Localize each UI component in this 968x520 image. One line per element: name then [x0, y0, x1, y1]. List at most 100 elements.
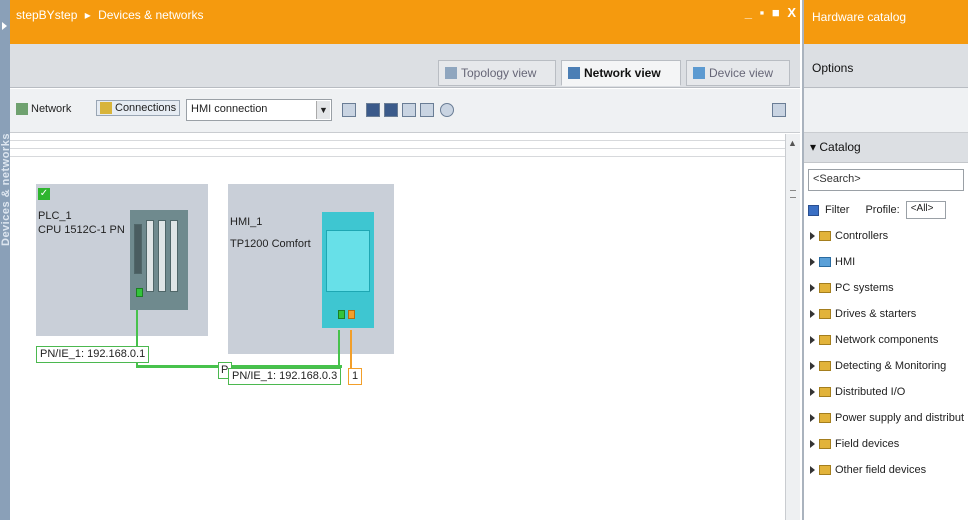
- hardware-catalog-panel: Hardware catalog Options ▾ Catalog <Sear…: [802, 0, 968, 520]
- network-label: Network: [31, 103, 72, 115]
- profile-select[interactable]: <All>: [905, 201, 946, 219]
- expand-icon[interactable]: [810, 284, 815, 292]
- overview-icon[interactable]: [384, 103, 398, 117]
- plc-module-icon: [130, 210, 188, 310]
- folder-icon: [819, 257, 831, 267]
- scroll-grip-icon[interactable]: [790, 190, 796, 198]
- breadcrumb-project[interactable]: stepBYstep: [16, 8, 77, 22]
- scroll-up-icon[interactable]: ▲: [788, 138, 797, 148]
- catalog-section-header[interactable]: ▾ Catalog: [804, 133, 968, 163]
- table-icon[interactable]: [402, 103, 416, 117]
- catalog-item-label: HMI: [835, 256, 856, 268]
- toggle-view-icon[interactable]: [366, 103, 380, 117]
- hmi-port-label[interactable]: 1: [348, 368, 363, 385]
- tab-label: Topology view: [461, 66, 537, 80]
- editor-titlebar: stepBYstep ▸ Devices & networks _ ▪ ■ X: [10, 0, 800, 44]
- catalog-item-label: Network components: [835, 334, 939, 346]
- serial-port-icon[interactable]: [348, 310, 355, 319]
- expand-icon[interactable]: [810, 466, 815, 474]
- catalog-item[interactable]: Network components: [810, 327, 968, 353]
- catalog-item-label: Power supply and distribut: [835, 412, 965, 424]
- filter-checkbox[interactable]: [808, 204, 819, 216]
- catalog-item[interactable]: HMI: [810, 249, 968, 275]
- expand-icon[interactable]: [810, 310, 815, 318]
- breadcrumb-separator: ▸: [84, 8, 91, 22]
- hmi-address-label[interactable]: PN/IE_1: 192.168.0.3: [228, 368, 342, 385]
- filter-row: Filter Profile: <All>: [804, 197, 968, 223]
- catalog-item[interactable]: Field devices: [810, 431, 968, 457]
- expand-icon[interactable]: [810, 440, 815, 448]
- catalog-item[interactable]: Drives & starters: [810, 301, 968, 327]
- check-icon: ✓: [38, 188, 50, 200]
- vertical-scrollbar[interactable]: ▲: [785, 134, 800, 520]
- folder-icon: [819, 361, 831, 371]
- tab-network-view[interactable]: Network view: [561, 60, 681, 86]
- window-controls[interactable]: _ ▪ ■ X: [745, 5, 798, 20]
- catalog-item-label: Detecting & Monitoring: [835, 360, 947, 372]
- catalog-item[interactable]: Detecting & Monitoring: [810, 353, 968, 379]
- folder-icon: [819, 335, 831, 345]
- profile-label: Profile:: [865, 204, 900, 216]
- hmi-panel-icon: [322, 212, 374, 328]
- options-section[interactable]: Options: [804, 44, 968, 88]
- network-editor: stepBYstep ▸ Devices & networks _ ▪ ■ X …: [10, 0, 800, 520]
- options-body: [804, 88, 968, 133]
- expand-icon[interactable]: [810, 388, 815, 396]
- folder-icon: [819, 413, 831, 423]
- grid-line: [10, 156, 785, 157]
- expand-icon[interactable]: [810, 414, 815, 422]
- expand-icon[interactable]: [810, 336, 815, 344]
- catalog-item-label: Drives & starters: [835, 308, 917, 320]
- tab-topology-view[interactable]: Topology view: [438, 60, 556, 86]
- plc-slot: [134, 224, 142, 274]
- tab-label: Device view: [709, 66, 774, 80]
- plc-address-label[interactable]: PN/IE_1: 192.168.0.1: [36, 346, 150, 363]
- network-button[interactable]: Network: [16, 103, 71, 115]
- catalog-item-label: Other field devices: [835, 464, 927, 476]
- plc-slot: [146, 220, 154, 292]
- connections-icon: [100, 102, 112, 114]
- connections-button[interactable]: Connections: [96, 100, 181, 116]
- ethernet-port-icon[interactable]: [136, 288, 143, 297]
- plc-device[interactable]: ✓ PLC_1 CPU 1512C-1 PN: [36, 184, 208, 336]
- folder-icon: [819, 439, 831, 449]
- grid-line: [10, 140, 785, 141]
- grid-line: [10, 148, 785, 149]
- catalog-tree: Controllers HMI PC systems Drives & star…: [804, 223, 968, 483]
- network-toolbar: Network Connections HMI connection ▼: [10, 89, 800, 133]
- hmi-screen-icon: [326, 230, 370, 292]
- catalog-item[interactable]: Controllers: [810, 223, 968, 249]
- breadcrumb: stepBYstep ▸ Devices & networks: [16, 8, 207, 22]
- folder-icon: [819, 387, 831, 397]
- expand-icon[interactable]: [810, 232, 815, 240]
- export-icon[interactable]: [772, 103, 786, 117]
- catalog-label: Catalog: [819, 140, 861, 154]
- connection-type-select[interactable]: HMI connection ▼: [186, 99, 332, 121]
- catalog-item-label: Controllers: [835, 230, 889, 242]
- expand-icon[interactable]: [810, 258, 815, 266]
- folder-icon: [819, 465, 831, 475]
- view-switcher: Topology view Network view Device view: [10, 44, 800, 88]
- catalog-search-input[interactable]: <Search>: [808, 169, 964, 191]
- folder-icon: [819, 283, 831, 293]
- catalog-item[interactable]: Power supply and distribut: [810, 405, 968, 431]
- save-layout-icon[interactable]: [420, 103, 434, 117]
- hmi-device[interactable]: HMI_1 TP1200 Comfort: [228, 184, 394, 354]
- devices-networks-strip[interactable]: Devices & networks: [0, 0, 12, 520]
- panel-title: Hardware catalog: [804, 0, 968, 44]
- tab-device-view[interactable]: Device view: [686, 60, 790, 86]
- topology-icon: [445, 67, 457, 79]
- network-view-icon: [568, 67, 580, 79]
- zoom-icon[interactable]: [440, 103, 454, 117]
- show-addresses-icon[interactable]: [342, 103, 356, 117]
- catalog-item[interactable]: Distributed I/O: [810, 379, 968, 405]
- ethernet-port-icon[interactable]: [338, 310, 345, 319]
- chevron-down-icon[interactable]: ▼: [316, 101, 330, 119]
- catalog-item-label: Field devices: [835, 438, 900, 450]
- expand-arrow-icon[interactable]: [2, 22, 7, 30]
- network-canvas[interactable]: ✓ PLC_1 CPU 1512C-1 PN HMI_1 TP1200 Comf…: [10, 134, 785, 520]
- catalog-item[interactable]: Other field devices: [810, 457, 968, 483]
- catalog-item[interactable]: PC systems: [810, 275, 968, 301]
- expand-icon[interactable]: [810, 362, 815, 370]
- device-name: HMI_1: [230, 216, 263, 228]
